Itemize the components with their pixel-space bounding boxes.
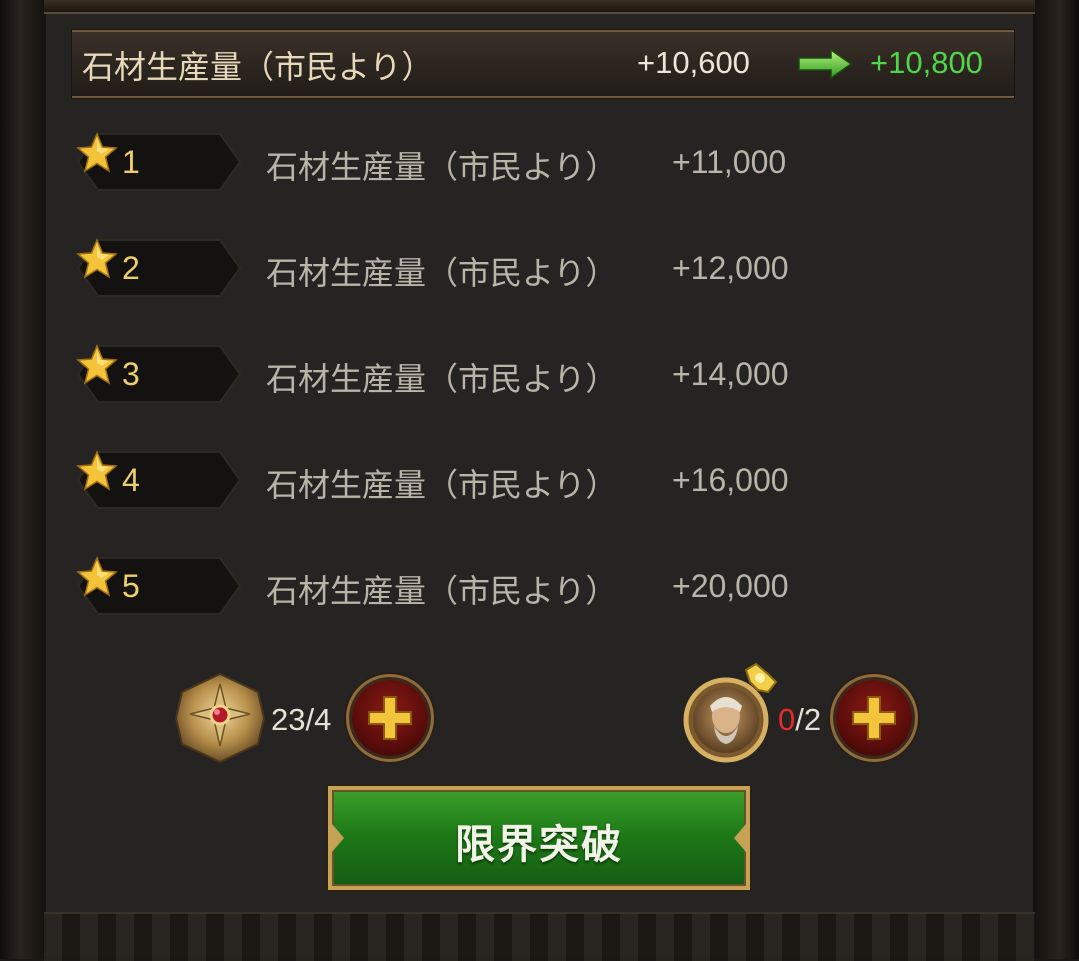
portrait-owned: 0 (778, 702, 796, 737)
stat-value: +12,000 (672, 250, 789, 286)
plus-icon (368, 696, 412, 740)
star-badge: 4 (76, 450, 242, 510)
stat-label: 石材生産量（市民より） (266, 360, 618, 398)
star-badge: 1 (76, 132, 242, 192)
plus-icon (852, 696, 896, 740)
star-count: 5 (122, 568, 140, 604)
star-badge: 3 (76, 344, 242, 404)
current-value: +10,600 (637, 45, 750, 80)
star-level-row: 3 石材生産量（市民より） +14,000 (76, 344, 796, 404)
next-value: +10,800 (870, 45, 983, 80)
star-level-row: 5 石材生産量（市民より） +20,000 (76, 556, 796, 616)
star-icon (76, 450, 118, 491)
star-count: 4 (122, 462, 140, 498)
star-icon (76, 238, 118, 279)
stat-label: 石材生産量（市民より） (266, 254, 618, 292)
stat-label: 石材生産量（市民より） (82, 48, 434, 86)
stat-label: 石材生産量（市民より） (266, 466, 618, 504)
frame-left (0, 0, 44, 959)
frame-right (1035, 0, 1079, 959)
limit-break-label: 限界突破 (455, 822, 623, 868)
portrait-required: /2 (795, 702, 822, 737)
arrow-right-icon (798, 48, 853, 80)
star-badge: 5 (76, 556, 242, 616)
star-count: 2 (122, 250, 140, 286)
star-count: 3 (122, 356, 140, 392)
stat-comparison-bar: 石材生産量（市民より） +10,600 +10,800 (72, 30, 1014, 98)
stat-value: +16,000 (672, 462, 789, 498)
hero-portrait-icon (683, 662, 778, 763)
stat-value: +20,000 (672, 568, 789, 604)
star-level-row: 1 石材生産量（市民より） +11,000 (76, 132, 796, 192)
top-trim (44, 0, 1035, 14)
portrait-count: 0/2 (778, 702, 821, 738)
star-level-row: 4 石材生産量（市民より） +16,000 (76, 450, 796, 510)
medal-count: 23/4 (271, 702, 332, 737)
stat-label: 石材生産量（市民より） (266, 148, 618, 186)
star-level-row: 2 石材生産量（市民より） +12,000 (76, 238, 796, 298)
limit-break-button[interactable]: 限界突破 (328, 786, 750, 890)
stat-value: +14,000 (672, 356, 789, 392)
star-icon (76, 556, 118, 597)
star-icon (76, 344, 118, 385)
medal-icon (174, 672, 266, 764)
stat-label: 石材生産量（市民より） (266, 572, 618, 610)
star-icon (76, 132, 118, 173)
bottom-decorative-strip (44, 912, 1035, 961)
star-count: 1 (122, 144, 140, 180)
star-badge: 2 (76, 238, 242, 298)
add-medal-button[interactable] (352, 680, 428, 756)
stat-value: +11,000 (672, 144, 787, 180)
add-portrait-button[interactable] (836, 680, 912, 756)
